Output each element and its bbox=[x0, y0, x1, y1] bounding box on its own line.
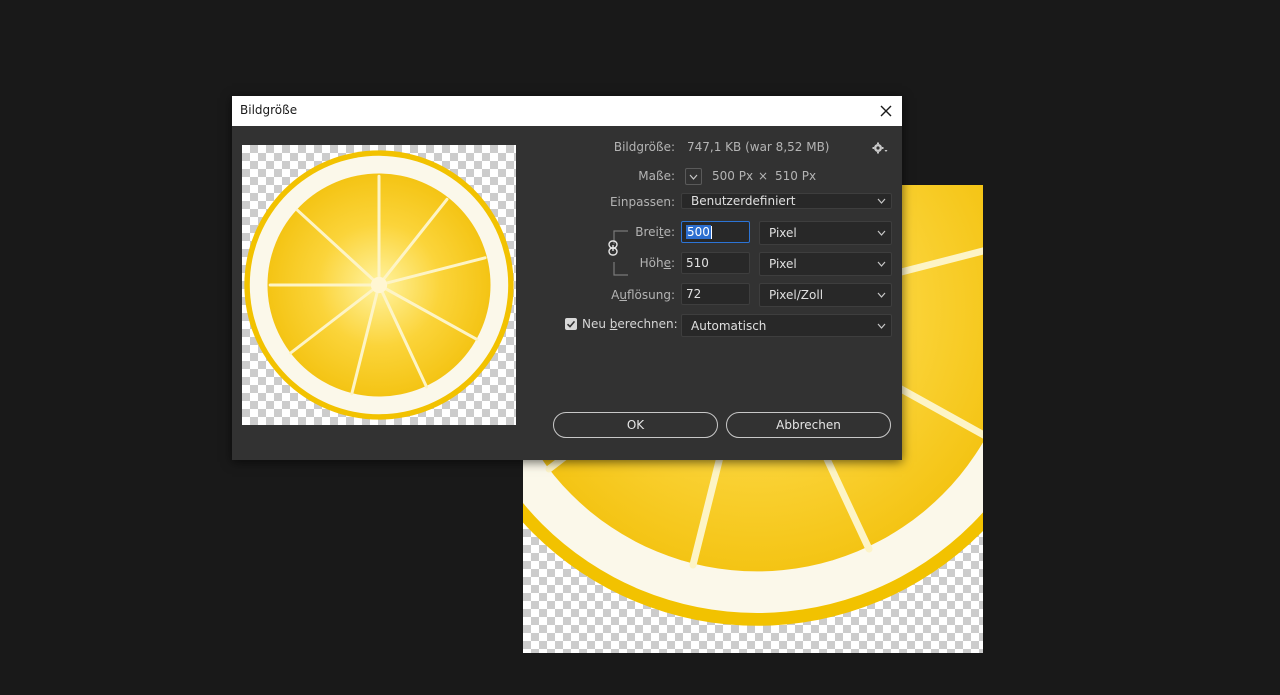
width-unit-value: Pixel bbox=[769, 226, 797, 240]
dimensions-height: 510 Px bbox=[775, 169, 817, 183]
chain-link-icon bbox=[608, 240, 618, 256]
chevron-down-icon bbox=[877, 292, 886, 298]
image-size-dialog: Bildgröße Bildgröße: 747,1 KB (war 8,52 … bbox=[232, 96, 902, 460]
resample-checkbox[interactable] bbox=[565, 318, 577, 330]
cancel-button[interactable]: Abbrechen bbox=[726, 412, 891, 438]
text-caret bbox=[710, 225, 712, 239]
chevron-down-icon bbox=[877, 230, 886, 236]
lemon-preview-image bbox=[243, 148, 515, 422]
close-icon bbox=[880, 105, 892, 117]
chevron-down-icon bbox=[689, 174, 698, 180]
dimensions-width: 500 Px bbox=[712, 169, 754, 183]
height-input-value: 510 bbox=[686, 256, 709, 270]
image-size-value: 747,1 KB (war 8,52 MB) bbox=[687, 140, 830, 154]
ok-button-label: OK bbox=[626, 418, 645, 432]
image-preview[interactable] bbox=[242, 145, 516, 425]
ok-button[interactable]: OK bbox=[553, 412, 718, 438]
dialog-titlebar: Bildgröße bbox=[232, 96, 902, 126]
height-label: Höhe: bbox=[639, 256, 675, 270]
resolution-unit-value: Pixel/Zoll bbox=[769, 288, 824, 302]
chevron-down-icon bbox=[877, 198, 886, 204]
resolution-input[interactable]: 72 bbox=[681, 283, 750, 305]
height-unit-select[interactable]: Pixel bbox=[759, 252, 892, 276]
settings-button[interactable] bbox=[872, 140, 888, 159]
constrain-proportions-button[interactable] bbox=[606, 240, 620, 256]
resolution-label: Auflösung: bbox=[611, 288, 675, 302]
close-button[interactable] bbox=[870, 96, 902, 126]
height-unit-value: Pixel bbox=[769, 257, 797, 271]
chevron-down-icon bbox=[877, 261, 886, 267]
gear-icon bbox=[872, 142, 888, 154]
resample-label: Neu berechnen: bbox=[582, 317, 678, 331]
width-input-value: 500 bbox=[686, 225, 711, 239]
resample-method-select[interactable]: Automatisch bbox=[681, 314, 892, 337]
height-input[interactable]: 510 bbox=[681, 252, 750, 274]
fit-select-value: Benutzerdefiniert bbox=[691, 194, 796, 208]
resolution-input-value: 72 bbox=[686, 287, 702, 301]
dialog-title: Bildgröße bbox=[240, 103, 298, 117]
cancel-button-label: Abbrechen bbox=[776, 418, 841, 432]
width-unit-select[interactable]: Pixel bbox=[759, 221, 892, 245]
width-input[interactable]: 500 bbox=[681, 221, 750, 243]
width-label: Breite: bbox=[635, 225, 675, 239]
chevron-down-icon bbox=[877, 323, 886, 329]
dimensions-dropdown[interactable] bbox=[685, 168, 702, 185]
dimensions-separator: × bbox=[758, 169, 769, 183]
fit-select[interactable]: Benutzerdefiniert bbox=[681, 193, 892, 209]
checkmark-icon bbox=[566, 320, 576, 328]
image-size-label: Bildgröße: bbox=[613, 140, 675, 154]
fit-label: Einpassen: bbox=[609, 195, 675, 209]
resample-method-value: Automatisch bbox=[691, 318, 767, 333]
dimensions-label: Maße: bbox=[638, 169, 675, 183]
resolution-unit-select[interactable]: Pixel/Zoll bbox=[759, 283, 892, 307]
